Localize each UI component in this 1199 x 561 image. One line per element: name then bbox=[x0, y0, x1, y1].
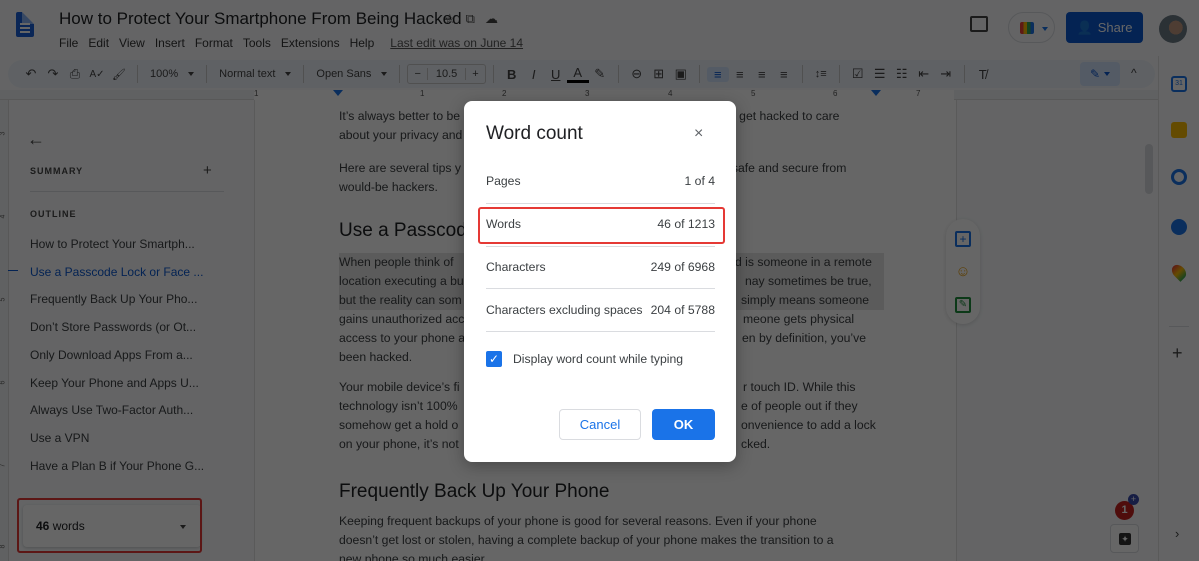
checkbox-label[interactable]: Display word count while typing bbox=[513, 352, 683, 366]
stat-value: 249 of 6968 bbox=[650, 259, 715, 274]
stat-row-characters-no-spaces: Characters excluding spaces 204 of 5788 bbox=[486, 288, 715, 331]
words-highlight-outline bbox=[478, 207, 725, 244]
stat-divider bbox=[486, 331, 715, 332]
stat-row-characters: Characters 249 of 6968 bbox=[486, 245, 715, 288]
stat-value: 1 of 4 bbox=[684, 173, 716, 188]
dialog-title: Word count bbox=[486, 123, 583, 144]
ok-button[interactable]: OK bbox=[652, 409, 715, 440]
display-word-count-checkbox[interactable]: ✓ bbox=[486, 351, 502, 367]
close-icon[interactable]: × bbox=[694, 125, 703, 143]
cancel-button[interactable]: Cancel bbox=[559, 409, 641, 440]
word-count-dialog: Word count × Pages 1 of 4 Words 46 of 12… bbox=[464, 101, 736, 462]
stat-label: Characters excluding spaces bbox=[486, 302, 643, 317]
stat-label: Pages bbox=[486, 173, 521, 188]
stat-value: 204 of 5788 bbox=[650, 302, 715, 317]
stat-row-pages: Pages 1 of 4 bbox=[486, 159, 715, 202]
stat-label: Characters bbox=[486, 259, 546, 274]
